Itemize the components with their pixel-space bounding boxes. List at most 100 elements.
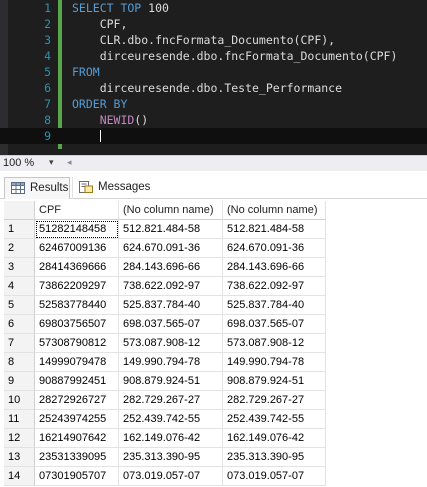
table-cell[interactable]: 525.837.784-40 [223,296,326,315]
table-cell[interactable]: 235.313.390-95 [223,448,326,467]
zoom-dropdown-icon[interactable]: ▾ [49,157,54,168]
zoom-level[interactable]: 100 % [3,157,34,169]
messages-icon [79,181,93,193]
row-number[interactable]: 10 [4,391,35,410]
table-cell[interactable]: 07301905707 [35,467,119,486]
table-cell[interactable]: 149.990.794-78 [119,353,223,372]
table-cell[interactable]: 282.729.267-27 [223,391,326,410]
code-line[interactable]: 6 dirceuresende.dbo.Teste_Performance [0,80,427,96]
table-cell[interactable]: 698.037.565-07 [223,315,326,334]
code-line[interactable]: 9 [0,128,427,144]
table-cell[interactable]: 573.087.908-12 [119,334,223,353]
table-cell[interactable]: 14999079478 [35,353,119,372]
row-number[interactable]: 11 [4,410,35,429]
table-cell[interactable]: 908.879.924-51 [119,372,223,391]
text-cursor [100,130,101,142]
column-header[interactable]: (No column name) [119,201,223,220]
code-line[interactable]: 8 NEWID() [0,112,427,128]
tab-messages[interactable]: Messages [72,177,150,199]
table-cell[interactable]: 162.149.076-42 [223,429,326,448]
sql-keyword: ORDER BY [72,97,128,111]
table-cell[interactable]: 252.439.742-55 [119,410,223,429]
table-cell[interactable]: 624.670.091-36 [223,239,326,258]
table-cell[interactable]: 284.143.696-66 [119,258,223,277]
table-cell[interactable]: 52583778440 [35,296,119,315]
table-cell[interactable]: 512.821.484-58 [119,220,223,239]
table-cell[interactable]: 698.037.565-07 [119,315,223,334]
row-number[interactable]: 5 [4,296,35,315]
line-number: 6 [44,81,51,95]
code-line[interactable]: 4 dirceuresende.dbo.fncFormata_Documento… [0,48,427,64]
table-cell[interactable]: 284.143.696-66 [223,258,326,277]
sql-token: dirceuresende.dbo.fncFormata_Documento(C… [72,49,398,63]
column-header[interactable]: CPF [35,201,119,220]
line-number: 7 [44,97,51,111]
code-line[interactable]: 5 FROM [0,64,427,80]
table-cell[interactable]: 51282148458 [35,220,119,239]
row-number[interactable]: 12 [4,429,35,448]
tab-messages-label: Messages [98,181,151,193]
row-number[interactable]: 13 [4,448,35,467]
line-number: 2 [44,17,51,31]
table-cell[interactable]: 90887992451 [35,372,119,391]
row-number[interactable]: 6 [4,315,35,334]
row-header-corner[interactable] [4,201,35,220]
row-number[interactable]: 14 [4,467,35,486]
table-cell[interactable]: 512.821.484-58 [223,220,326,239]
table-cell[interactable]: 235.313.390-95 [119,448,223,467]
code-line[interactable]: 1 SELECT TOP 100 [0,0,427,16]
table-cell[interactable]: 25243974255 [35,410,119,429]
sql-keyword: FROM [72,65,100,79]
table-cell[interactable]: 73862209297 [35,277,119,296]
code-text: dirceuresende.dbo.Teste_Performance [72,80,342,96]
table-cell[interactable]: 738.622.092-97 [119,277,223,296]
row-number[interactable]: 4 [4,277,35,296]
table-cell[interactable]: 738.622.092-97 [223,277,326,296]
table-cell[interactable]: 16214907642 [35,429,119,448]
table-cell[interactable]: 624.670.091-36 [119,239,223,258]
table-cell[interactable]: 23531339095 [35,448,119,467]
table-cell[interactable]: 282.729.267-27 [119,391,223,410]
line-number: 5 [44,65,51,79]
table-cell[interactable]: 573.087.908-12 [223,334,326,353]
code-line[interactable]: 7 ORDER BY [0,96,427,112]
table-cell[interactable]: 073.019.057-07 [119,467,223,486]
code-text: SELECT TOP 100 [72,0,169,16]
sql-keyword: SELECT TOP [72,1,149,15]
line-number: 4 [44,49,51,63]
table-cell[interactable]: 073.019.057-07 [223,467,326,486]
table-cell[interactable]: 252.439.742-55 [223,410,326,429]
table-cell[interactable]: 908.879.924-51 [223,372,326,391]
table-cell[interactable]: 162.149.076-42 [119,429,223,448]
table-cell[interactable]: 57308790812 [35,334,119,353]
code-text: dirceuresende.dbo.fncFormata_Documento(C… [72,48,398,64]
code-text: CLR.dbo.fncFormata_Documento(CPF), [72,32,335,48]
table-cell[interactable]: 28272926727 [35,391,119,410]
row-number[interactable]: 8 [4,353,35,372]
column-header[interactable]: (No column name) [223,201,326,220]
tab-results[interactable]: Results [4,177,70,199]
row-number[interactable]: 1 [4,220,35,239]
table-cell[interactable]: 149.990.794-78 [223,353,326,372]
table-cell[interactable]: 28414369666 [35,258,119,277]
scroll-left-icon[interactable]: ◂ [67,157,72,168]
row-number[interactable]: 3 [4,258,35,277]
table-cell[interactable]: 69803756507 [35,315,119,334]
table-cell[interactable]: 525.837.784-40 [119,296,223,315]
sql-editor[interactable]: 1 SELECT TOP 100 2 CPF, 3 CLR.dbo.fncFormat… [0,0,427,155]
sql-token: 100 [148,1,169,15]
table-cell[interactable]: 62467009136 [35,239,119,258]
results-tab-strip: Results Messages [0,173,427,199]
tab-results-label: Results [30,182,69,194]
code-line[interactable]: 3 CLR.dbo.fncFormata_Documento(CPF), [0,32,427,48]
code-line[interactable]: 2 CPF, [0,16,427,32]
row-number[interactable]: 2 [4,239,35,258]
line-number: 9 [44,129,51,143]
row-number[interactable]: 7 [4,334,35,353]
code-text: NEWID() [72,112,148,128]
line-number: 1 [44,1,51,15]
sql-token: () [134,113,149,127]
grid-icon [11,182,25,194]
row-number[interactable]: 9 [4,372,35,391]
